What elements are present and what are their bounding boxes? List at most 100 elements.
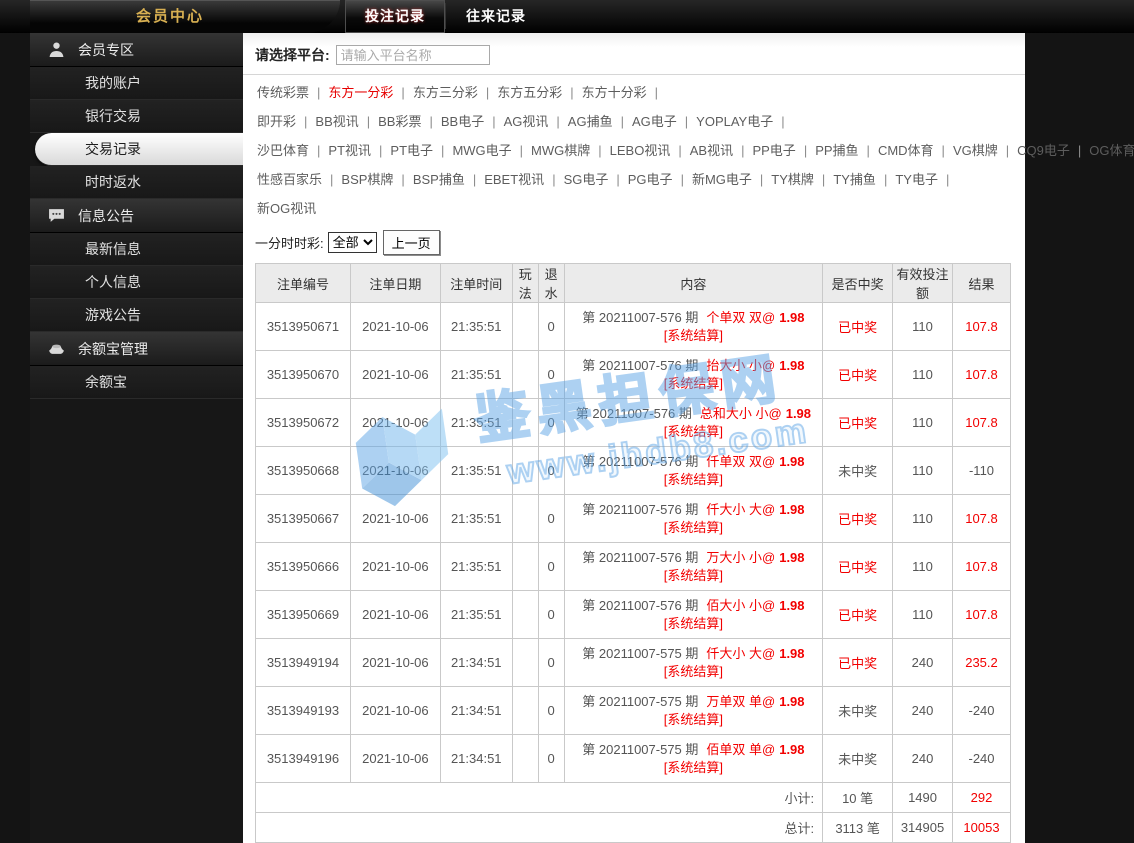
platform-link[interactable]: MWG棋牌 — [531, 143, 590, 158]
platform-link[interactable]: AG捕鱼 — [568, 114, 613, 129]
bet-settle-status: [系统结算] — [565, 424, 823, 441]
platform-link[interactable]: 即开彩 — [257, 114, 296, 129]
platform-link[interactable]: 东方十分彩 — [582, 85, 647, 100]
tab-transaction-records[interactable]: 往来记录 — [446, 0, 546, 33]
bet-odds: 1.98 — [779, 694, 804, 709]
bet-period: 第 20211007-576 期 — [576, 406, 692, 421]
sidebar-section-title: 信息公告 — [78, 206, 134, 226]
sidebar-item[interactable]: 最新信息 — [30, 233, 243, 266]
cell-time: 21:35:51 — [440, 543, 512, 591]
cell-rebate: 0 — [538, 687, 564, 735]
sidebar-item[interactable]: 游戏公告 — [30, 299, 243, 332]
platform-separator: | — [441, 143, 444, 158]
tab-bet-records[interactable]: 投注记录 — [345, 0, 445, 33]
platform-link[interactable]: AB视讯 — [690, 143, 733, 158]
bet-selection: 抬大小 小@ — [706, 358, 775, 373]
sidebar-item[interactable]: 交易记录 — [35, 133, 243, 166]
top-header: 会员中心 投注记录 往来记录 — [0, 0, 1134, 33]
platform-link[interactable]: BB视讯 — [315, 114, 358, 129]
platform-link[interactable]: 东方一分彩 — [328, 85, 393, 100]
platform-separator: | — [486, 85, 489, 100]
cell-valid-amount: 110 — [893, 543, 953, 591]
platform-link[interactable]: PP捕鱼 — [815, 143, 858, 158]
cell-valid-amount: 110 — [893, 591, 953, 639]
platform-link[interactable]: TY电子 — [895, 172, 938, 187]
lottery-controls: 一分时时彩: 全部 上一页 — [255, 230, 1013, 255]
platform-link[interactable]: PT视讯 — [328, 143, 371, 158]
platform-separator: | — [317, 143, 320, 158]
platform-separator: | — [556, 114, 559, 129]
sidebar-section-header[interactable]: 会员专区 — [30, 33, 243, 67]
platform-link[interactable]: BSP捕鱼 — [413, 172, 465, 187]
bet-settle-status: [系统结算] — [565, 712, 823, 729]
subtotal-row: 小计: 10 笔 1490 292 — [256, 783, 1011, 813]
previous-page-button[interactable]: 上一页 — [383, 230, 440, 255]
column-header: 注单日期 — [350, 264, 440, 303]
platform-separator: | — [401, 172, 404, 187]
cell-date: 2021-10-06 — [350, 687, 440, 735]
platform-link[interactable]: 东方三分彩 — [413, 85, 478, 100]
sidebar-item[interactable]: 银行交易 — [30, 100, 243, 133]
sidebar-item[interactable]: 我的账户 — [30, 67, 243, 100]
cell-valid-amount: 240 — [893, 735, 953, 783]
cell-play — [512, 351, 538, 399]
platform-link[interactable]: TY棋牌 — [771, 172, 814, 187]
bet-period: 第 20211007-576 期 — [582, 310, 698, 325]
sidebar-section-header[interactable]: 余额宝管理 — [30, 332, 243, 366]
platform-link[interactable]: MWG电子 — [452, 143, 511, 158]
cell-time: 21:34:51 — [440, 639, 512, 687]
sidebar-section-header[interactable]: 信息公告 — [30, 199, 243, 233]
platform-separator: | — [401, 85, 404, 100]
platform-link[interactable]: BB彩票 — [378, 114, 421, 129]
platform-link[interactable]: BSP棋牌 — [341, 172, 393, 187]
bet-filter-select[interactable]: 全部 — [328, 232, 377, 253]
subtotal-amount: 1490 — [893, 783, 953, 813]
platform-link[interactable]: AG视讯 — [504, 114, 549, 129]
cell-win-status: 已中奖 — [823, 495, 893, 543]
sidebar-item[interactable]: 时时返水 — [30, 166, 243, 199]
platform-link[interactable]: EBET视讯 — [484, 172, 544, 187]
platform-link[interactable]: 传统彩票 — [257, 85, 309, 100]
platform-link[interactable]: VG棋牌 — [953, 143, 998, 158]
cell-result: -240 — [953, 687, 1011, 735]
bet-content-line: 第 20211007-576 期仟大小 大@1.98 — [565, 500, 823, 520]
platform-link[interactable]: LEBO视讯 — [610, 143, 671, 158]
subtotal-result: 292 — [953, 783, 1011, 813]
column-header: 有效投注额 — [893, 264, 953, 303]
cell-play — [512, 543, 538, 591]
cell-valid-amount: 240 — [893, 639, 953, 687]
platform-link[interactable]: CMD体育 — [878, 143, 934, 158]
platform-link[interactable]: TY捕鱼 — [833, 172, 876, 187]
platform-separator: | — [884, 172, 887, 187]
platform-link[interactable]: 沙巴体育 — [257, 143, 309, 158]
platform-link[interactable]: OG体育 — [1089, 143, 1134, 158]
platform-link[interactable]: PG电子 — [628, 172, 673, 187]
table-row: 35139506672021-10-0621:35:510第 20211007-… — [256, 495, 1011, 543]
ingot-icon — [48, 340, 65, 357]
subtotal-label: 小计: — [256, 783, 823, 813]
table-row: 35139506712021-10-0621:35:510第 20211007-… — [256, 303, 1011, 351]
platform-link[interactable]: CQ9电子 — [1017, 143, 1070, 158]
platform-separator: | — [942, 143, 945, 158]
platform-link[interactable]: 新OG视讯 — [257, 201, 316, 216]
platform-link[interactable]: BB电子 — [441, 114, 484, 129]
platform-link[interactable]: AG电子 — [632, 114, 677, 129]
platform-link[interactable]: SG电子 — [564, 172, 609, 187]
platform-separator: | — [946, 172, 949, 187]
cell-win-status: 已中奖 — [823, 543, 893, 591]
platform-search-input[interactable] — [336, 45, 490, 65]
platform-link[interactable]: YOPLAY电子 — [696, 114, 773, 129]
cell-rebate: 0 — [538, 495, 564, 543]
platform-link[interactable]: 性感百家乐 — [257, 172, 322, 187]
platform-link[interactable]: 新MG电子 — [692, 172, 752, 187]
platform-link[interactable]: PP电子 — [752, 143, 795, 158]
total-row: 总计: 3113 笔 314905 10053 — [256, 813, 1011, 843]
platform-link[interactable]: 东方五分彩 — [497, 85, 562, 100]
cell-content: 第 20211007-575 期佰单双 单@1.98[系统结算] — [564, 735, 823, 783]
platform-link[interactable]: PT电子 — [390, 143, 433, 158]
sidebar-item[interactable]: 个人信息 — [30, 266, 243, 299]
bet-odds: 1.98 — [779, 502, 804, 517]
cell-content: 第 20211007-576 期抬大小 小@1.98[系统结算] — [564, 351, 823, 399]
sidebar-item[interactable]: 余额宝 — [30, 366, 243, 399]
cell-result: 235.2 — [953, 639, 1011, 687]
